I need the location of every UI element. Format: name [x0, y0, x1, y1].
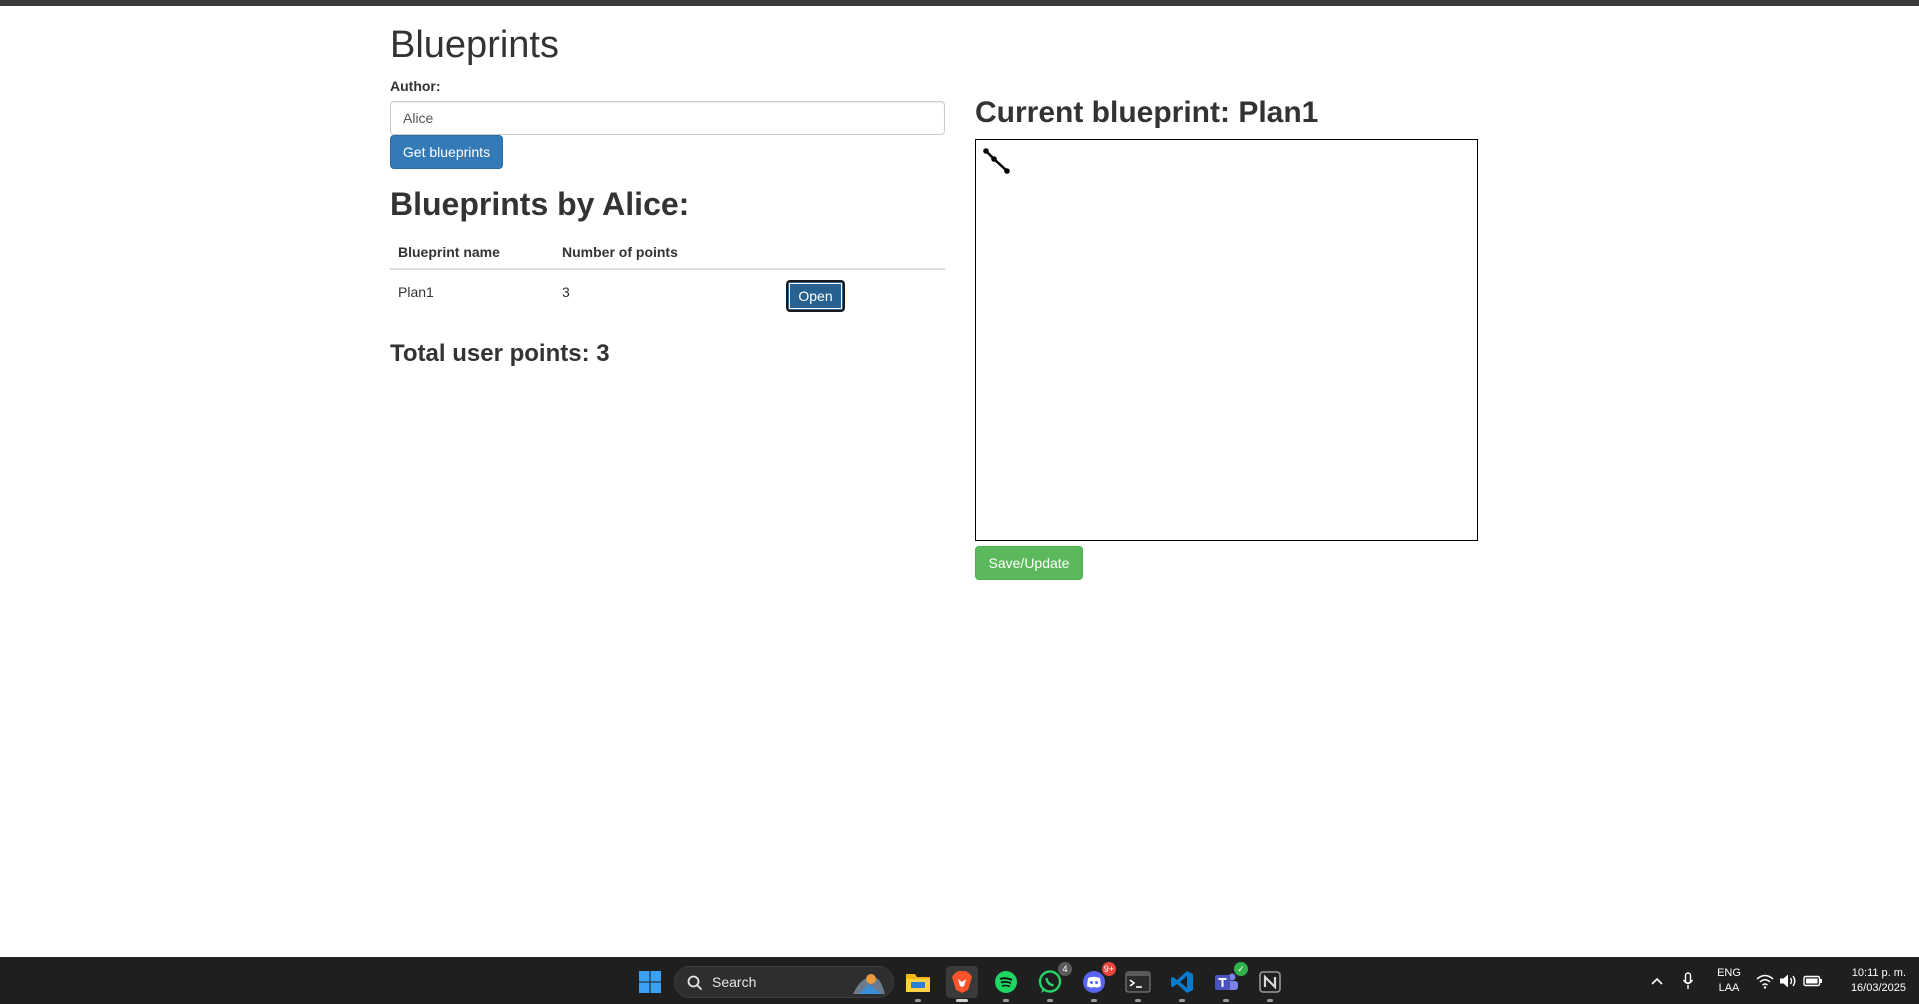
blueprint-points-cell: 3: [562, 284, 570, 300]
header-actions: [778, 235, 945, 270]
volume-icon[interactable]: [1779, 973, 1797, 989]
current-blueprint-title: Current blueprint: Plan1: [975, 96, 1319, 129]
running-indicator: [1047, 999, 1053, 1002]
blueprint-name-cell: Plan1: [398, 284, 434, 300]
table-header-row: Blueprint name Number of points: [390, 235, 945, 270]
browser-top-strip: [0, 0, 1919, 6]
taskbar: Search 4 9+ ✓ ENG LAA 10:11 p. m. 16/03/…: [0, 957, 1919, 1004]
header-blueprint-name: Blueprint name: [390, 235, 554, 270]
page-title: Blueprints: [390, 24, 559, 66]
taskbar-search[interactable]: Search: [674, 966, 894, 998]
taskbar-teams[interactable]: ✓: [1210, 962, 1248, 1002]
chevron-up-icon[interactable]: [1650, 975, 1664, 987]
running-indicator: [915, 999, 921, 1002]
blueprint-canvas[interactable]: [975, 139, 1478, 541]
taskbar-notion[interactable]: [1254, 966, 1286, 1002]
discord-icon: [1083, 971, 1105, 993]
taskbar-spotify[interactable]: [990, 966, 1022, 1002]
blueprint-point: [983, 148, 989, 154]
table-row: Plan1 3 Open: [390, 269, 945, 321]
running-indicator: [1223, 999, 1229, 1002]
taskbar-brave[interactable]: [946, 966, 978, 1002]
blueprint-point: [1004, 168, 1010, 174]
running-indicator: [1135, 999, 1141, 1002]
open-blueprint-button[interactable]: Open: [786, 279, 845, 312]
running-indicator: [956, 999, 968, 1002]
terminal-icon: [1125, 971, 1151, 993]
whatsapp-icon: [1038, 970, 1062, 993]
taskbar-discord[interactable]: 9+: [1078, 962, 1116, 1002]
save-update-button[interactable]: Save/Update: [975, 546, 1083, 580]
running-indicator: [1267, 999, 1273, 1002]
blueprint-action-cell: Open: [778, 269, 945, 321]
language-indicator[interactable]: ENG LAA: [1712, 966, 1746, 996]
taskbar-file-explorer[interactable]: [902, 966, 934, 1002]
taskbar-vscode[interactable]: [1166, 966, 1198, 1002]
running-indicator: [1179, 999, 1185, 1002]
clock-time: 10:11 p. m.: [1851, 967, 1906, 979]
taskbar-whatsapp[interactable]: 4: [1034, 962, 1072, 1002]
header-number-of-points: Number of points: [554, 235, 778, 270]
microphone-icon[interactable]: [1682, 972, 1694, 990]
teams-status-icon: ✓: [1234, 962, 1248, 976]
blueprint-drawing: [983, 148, 1010, 174]
discord-badge: 9+: [1101, 962, 1116, 976]
brave-icon: [952, 971, 972, 993]
search-icon: [687, 975, 703, 991]
total-user-points: Total user points: 3: [390, 340, 610, 367]
keyboard-layout: LAA: [1718, 982, 1740, 994]
start-button[interactable]: [634, 966, 666, 998]
windows-icon: [639, 971, 661, 993]
taskbar-terminal[interactable]: [1122, 966, 1154, 1002]
vscode-icon: [1171, 971, 1193, 993]
blueprints-table: Blueprint name Number of points Plan1 3 …: [390, 235, 945, 321]
search-label: Search: [712, 974, 757, 990]
clock-date: 16/03/2025: [1850, 982, 1906, 994]
running-indicator: [1091, 999, 1097, 1002]
folder-icon: [906, 974, 930, 992]
spotify-icon: [995, 971, 1017, 993]
battery-icon[interactable]: [1803, 974, 1823, 988]
author-label: Author:: [390, 78, 441, 94]
clock[interactable]: 10:11 p. m. 16/03/2025: [1834, 966, 1906, 996]
get-blueprints-button[interactable]: Get blueprints: [390, 135, 503, 169]
whatsapp-badge: 4: [1058, 962, 1072, 976]
wifi-icon[interactable]: [1756, 973, 1774, 989]
blueprint-point: [991, 156, 997, 162]
notion-icon: [1259, 971, 1281, 993]
blueprint-path: [985, 150, 1008, 172]
language-code: ENG: [1717, 967, 1741, 979]
author-input[interactable]: [390, 101, 945, 135]
blueprints-list-title: Blueprints by Alice:: [390, 186, 690, 222]
running-indicator: [1003, 999, 1009, 1002]
search-highlight-icon: [853, 974, 885, 994]
